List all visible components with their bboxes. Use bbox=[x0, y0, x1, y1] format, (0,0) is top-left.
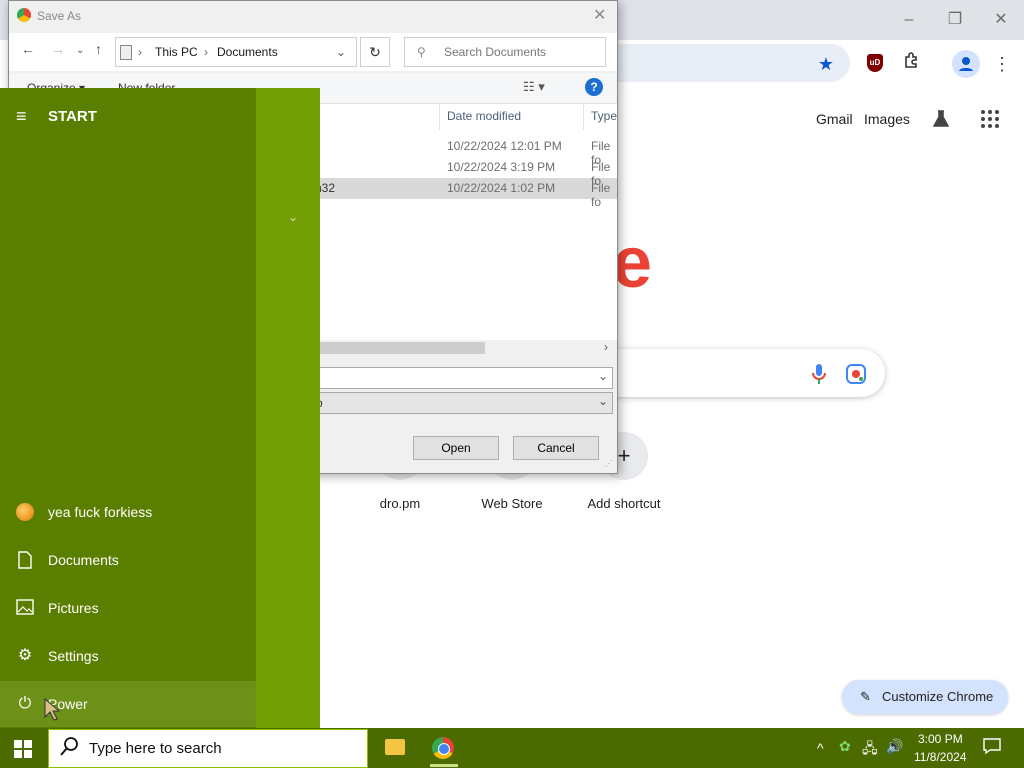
power-icon: ⏻ bbox=[18, 695, 32, 712]
recent-locations-chevron-icon[interactable]: ⌄ bbox=[76, 45, 84, 56]
add-shortcut-label[interactable]: Add shortcut bbox=[569, 496, 679, 511]
address-dropdown-chevron-icon[interactable]: ⌄ bbox=[336, 38, 346, 66]
dialog-close-icon[interactable]: ✕ bbox=[593, 5, 606, 25]
help-icon[interactable]: ? bbox=[585, 78, 603, 96]
open-button[interactable]: Open bbox=[413, 436, 499, 460]
gear-icon: ⚙ bbox=[17, 647, 33, 664]
tiles-expand-chevron-icon[interactable]: ⌄ bbox=[288, 210, 298, 224]
close-window-button[interactable]: ✕ bbox=[978, 0, 1024, 40]
search-icon: ⚲ bbox=[417, 45, 426, 59]
column-header-date-modified[interactable]: Date modified bbox=[447, 109, 521, 123]
customize-chrome-label: Customize Chrome bbox=[882, 689, 994, 704]
pictures-icon bbox=[16, 599, 34, 617]
start-item-pictures[interactable]: Pictures bbox=[0, 585, 256, 631]
search-documents-placeholder: Search Documents bbox=[444, 45, 547, 59]
start-menu-tiles-area: ⌄ bbox=[256, 88, 320, 728]
google-logo-fragment: e bbox=[612, 223, 653, 303]
ublock-extension-icon[interactable]: uD bbox=[867, 54, 883, 72]
user-avatar-icon bbox=[16, 503, 34, 521]
taskbar-time[interactable]: 3:00 PM bbox=[918, 732, 963, 746]
shortcut-webstore-label[interactable]: Web Store bbox=[457, 496, 567, 511]
start-item-settings[interactable]: ⚙ Settings bbox=[0, 633, 256, 679]
taskbar-search-placeholder: Type here to search bbox=[89, 740, 222, 757]
notification-center-icon[interactable] bbox=[983, 737, 1001, 758]
file-row-1-date[interactable]: 10/22/2024 12:01 PM bbox=[447, 139, 562, 153]
chrome-icon bbox=[17, 8, 31, 22]
up-arrow-icon[interactable]: ↑ bbox=[95, 41, 102, 57]
document-icon bbox=[16, 551, 34, 569]
hamburger-menu-icon[interactable]: ≡ bbox=[16, 107, 27, 125]
back-arrow-icon[interactable]: ← bbox=[21, 41, 35, 57]
pencil-icon: ✎ bbox=[860, 689, 871, 704]
extensions-puzzle-icon[interactable] bbox=[898, 49, 926, 77]
taskbar-search-icon bbox=[59, 736, 79, 763]
this-pc-icon bbox=[120, 45, 132, 60]
start-item-documents[interactable]: Documents bbox=[0, 537, 256, 583]
apps-grid-icon[interactable] bbox=[980, 109, 1000, 134]
forward-arrow-icon[interactable]: → bbox=[51, 41, 65, 57]
minimize-button[interactable]: – bbox=[886, 0, 932, 40]
lens-search-icon[interactable] bbox=[845, 363, 867, 390]
refresh-button[interactable]: ↻ bbox=[360, 37, 390, 67]
start-item-power[interactable]: ⏻ Power bbox=[0, 681, 256, 727]
chrome-menu-icon[interactable]: ⋮ bbox=[988, 50, 1016, 78]
images-link[interactable]: Images bbox=[864, 111, 910, 127]
breadcrumb-documents[interactable]: Documents bbox=[217, 38, 278, 66]
profile-avatar-icon[interactable] bbox=[952, 50, 980, 78]
start-item-user[interactable]: yea fuck forkiess bbox=[0, 489, 256, 535]
shortcut-dropm-label[interactable]: dro.pm bbox=[345, 496, 455, 511]
file-row-3-type[interactable]: File fo bbox=[591, 181, 617, 209]
file-explorer-taskbar-icon[interactable] bbox=[385, 739, 405, 755]
labs-flask-icon[interactable] bbox=[930, 108, 952, 135]
column-header-type[interactable]: Type bbox=[591, 109, 617, 123]
tray-app-icon[interactable]: ✿ bbox=[839, 738, 851, 755]
file-row-2-date[interactable]: 10/22/2024 3:19 PM bbox=[447, 160, 555, 174]
start-menu: ≡ START yea fuck forkiess Documents Pict… bbox=[0, 88, 256, 728]
taskbar-search-box[interactable]: Type here to search bbox=[48, 729, 368, 768]
voice-search-icon[interactable] bbox=[811, 363, 827, 390]
address-bar[interactable]: › This PC › Documents ⌄ bbox=[115, 37, 357, 67]
start-item-user-label: yea fuck forkiess bbox=[48, 504, 153, 520]
file-row-3-date[interactable]: 10/22/2024 1:02 PM bbox=[447, 181, 555, 195]
start-header: START bbox=[48, 108, 97, 125]
start-item-pictures-label: Pictures bbox=[48, 600, 99, 616]
tray-overflow-chevron-icon[interactable]: ^ bbox=[817, 740, 824, 756]
cancel-button[interactable]: Cancel bbox=[513, 436, 599, 460]
save-as-type-chevron-icon[interactable]: ⌄ bbox=[598, 394, 608, 408]
gmail-link[interactable]: Gmail bbox=[816, 111, 853, 127]
windows-start-icon[interactable] bbox=[14, 740, 32, 763]
bookmark-star-icon[interactable]: ★ bbox=[812, 50, 840, 78]
dialog-title: Save As bbox=[37, 9, 82, 23]
restore-button[interactable]: ❐ bbox=[932, 0, 978, 40]
taskbar-date[interactable]: 11/8/2024 bbox=[914, 750, 967, 764]
view-options-icon[interactable]: ☷ ▾ bbox=[523, 79, 545, 95]
breadcrumb-this-pc[interactable]: This PC bbox=[155, 38, 198, 66]
file-name-dropdown-chevron-icon[interactable]: ⌄ bbox=[598, 369, 608, 383]
search-documents-input[interactable]: ⚲ Search Documents bbox=[404, 37, 606, 67]
resize-grip-icon[interactable]: ⋰ bbox=[605, 459, 613, 468]
customize-chrome-button[interactable]: ✎ Customize Chrome bbox=[842, 680, 1008, 714]
volume-icon[interactable]: 🔊 bbox=[886, 738, 903, 755]
network-icon[interactable]: 🖧 bbox=[862, 738, 878, 762]
scroll-right-arrow-icon[interactable]: › bbox=[604, 340, 608, 354]
chrome-taskbar-icon[interactable] bbox=[432, 737, 454, 759]
start-item-settings-label: Settings bbox=[48, 648, 99, 664]
start-item-documents-label: Documents bbox=[48, 552, 119, 568]
mouse-cursor-icon bbox=[44, 697, 61, 727]
